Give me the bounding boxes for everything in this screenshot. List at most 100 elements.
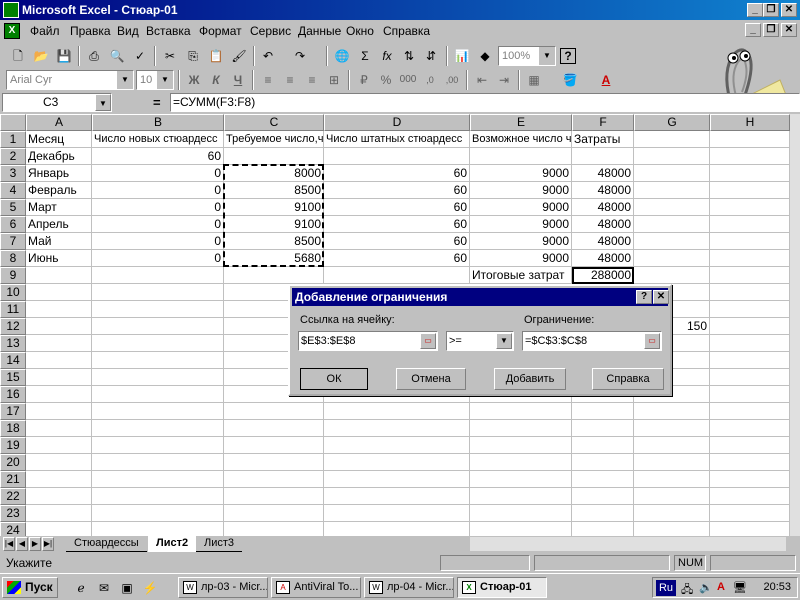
cell-e7[interactable]: 9000 bbox=[470, 233, 572, 250]
paste-icon[interactable]: 📋 bbox=[206, 46, 226, 66]
tray-monitor-icon[interactable]: 🖥 bbox=[733, 581, 747, 594]
currency-icon[interactable]: ₽ bbox=[354, 70, 374, 90]
row-header-13[interactable]: 13 bbox=[0, 335, 26, 352]
cell-c24[interactable] bbox=[224, 522, 324, 536]
spelling-icon[interactable]: ✓ bbox=[130, 46, 150, 66]
chevron-down-icon[interactable]: ▼ bbox=[539, 47, 555, 65]
cell-e21[interactable] bbox=[470, 471, 572, 488]
next-sheet-icon[interactable]: ▶ bbox=[29, 537, 41, 551]
cell-c6[interactable]: 9100 bbox=[224, 216, 324, 233]
cell-b8[interactable]: 0 bbox=[92, 250, 224, 267]
sort-descending-icon[interactable]: ⇵ bbox=[421, 46, 441, 66]
cell-a5[interactable]: Март bbox=[26, 199, 92, 216]
cell-b7[interactable]: 0 bbox=[92, 233, 224, 250]
cell-e24[interactable] bbox=[470, 522, 572, 536]
cell-d24[interactable] bbox=[324, 522, 470, 536]
cell-g8[interactable] bbox=[634, 250, 710, 267]
drawing-icon[interactable]: ◆ bbox=[475, 46, 495, 66]
cell-b2[interactable]: 60 bbox=[92, 148, 224, 165]
cell-d5[interactable]: 60 bbox=[324, 199, 470, 216]
cell-d9[interactable] bbox=[324, 267, 470, 284]
cell-f7[interactable]: 48000 bbox=[572, 233, 634, 250]
sort-ascending-icon[interactable]: ⇅ bbox=[399, 46, 419, 66]
close-button[interactable]: ✕ bbox=[781, 3, 797, 17]
cell-f2[interactable] bbox=[572, 148, 634, 165]
hyperlink-icon[interactable]: 🌐 bbox=[332, 46, 352, 66]
cell-c7[interactable]: 8500 bbox=[224, 233, 324, 250]
row-header-24[interactable]: 24 bbox=[0, 522, 26, 536]
channels-icon[interactable]: ⚡ bbox=[141, 579, 159, 597]
cell-h23[interactable] bbox=[710, 505, 790, 522]
cell-a16[interactable] bbox=[26, 386, 92, 403]
cell-h24[interactable] bbox=[710, 522, 790, 536]
vertical-scrollbar[interactable] bbox=[790, 114, 800, 536]
cell-h4[interactable] bbox=[710, 182, 790, 199]
cell-b17[interactable] bbox=[92, 403, 224, 420]
align-center-icon[interactable]: ≡ bbox=[280, 70, 300, 90]
cell-d23[interactable] bbox=[324, 505, 470, 522]
cell-f24[interactable] bbox=[572, 522, 634, 536]
cell-a18[interactable] bbox=[26, 420, 92, 437]
excel-app-icon[interactable] bbox=[3, 2, 19, 18]
cell-h12[interactable] bbox=[710, 318, 790, 335]
cell-b14[interactable] bbox=[92, 352, 224, 369]
cell-d1[interactable]: Число штатных стюардесс bbox=[324, 131, 470, 148]
cell-f4[interactable]: 48000 bbox=[572, 182, 634, 199]
cell-h1[interactable] bbox=[710, 131, 790, 148]
print-icon[interactable]: ⎙ bbox=[84, 46, 104, 66]
cell-d4[interactable]: 60 bbox=[324, 182, 470, 199]
cell-e2[interactable] bbox=[470, 148, 572, 165]
cell-h22[interactable] bbox=[710, 488, 790, 505]
ok-button[interactable]: ОК bbox=[300, 368, 368, 390]
undo-icon[interactable]: ↶ bbox=[258, 46, 278, 66]
cell-b15[interactable] bbox=[92, 369, 224, 386]
cell-b6[interactable]: 0 bbox=[92, 216, 224, 233]
autosum-icon[interactable]: Σ bbox=[355, 46, 375, 66]
task-lr03[interactable]: W лр-03 - Micr... bbox=[178, 577, 268, 598]
doc-minimize-button[interactable]: _ bbox=[745, 23, 761, 37]
cell-e19[interactable] bbox=[470, 437, 572, 454]
formula-input[interactable]: =СУММ(F3:F8) bbox=[170, 93, 800, 112]
row-header-4[interactable]: 4 bbox=[0, 182, 26, 199]
cell-d2[interactable] bbox=[324, 148, 470, 165]
collapse-dialog-icon[interactable]: ▭ bbox=[420, 333, 436, 349]
maximize-button[interactable]: ❐ bbox=[763, 3, 779, 17]
copy-icon[interactable]: ⎘ bbox=[183, 46, 203, 66]
cut-icon[interactable]: ✂ bbox=[160, 46, 180, 66]
cell-a6[interactable]: Апрель bbox=[26, 216, 92, 233]
cell-b9[interactable] bbox=[92, 267, 224, 284]
cell-g19[interactable] bbox=[634, 437, 710, 454]
cell-h8[interactable] bbox=[710, 250, 790, 267]
cell-c17[interactable] bbox=[224, 403, 324, 420]
cell-g21[interactable] bbox=[634, 471, 710, 488]
cell-c3[interactable]: 8000 bbox=[224, 165, 324, 182]
cell-b18[interactable] bbox=[92, 420, 224, 437]
doc-restore-button[interactable]: ❐ bbox=[763, 23, 779, 37]
add-button[interactable]: Добавить bbox=[494, 368, 566, 390]
cell-g20[interactable] bbox=[634, 454, 710, 471]
menu-edit[interactable]: Правка bbox=[70, 24, 111, 38]
cell-e20[interactable] bbox=[470, 454, 572, 471]
cell-g4[interactable] bbox=[634, 182, 710, 199]
row-header-22[interactable]: 22 bbox=[0, 488, 26, 505]
row-header-12[interactable]: 12 bbox=[0, 318, 26, 335]
cell-b24[interactable] bbox=[92, 522, 224, 536]
cell-a12[interactable] bbox=[26, 318, 92, 335]
cell-f20[interactable] bbox=[572, 454, 634, 471]
sheet-tab-list3[interactable]: Лист3 bbox=[196, 536, 243, 552]
cell-g9[interactable] bbox=[634, 267, 710, 284]
borders-icon[interactable]: ▦ bbox=[524, 70, 544, 90]
cell-e5[interactable]: 9000 bbox=[470, 199, 572, 216]
tray-volume-icon[interactable]: 🔊 bbox=[699, 581, 713, 594]
cell-g18[interactable] bbox=[634, 420, 710, 437]
cell-e23[interactable] bbox=[470, 505, 572, 522]
cell-a3[interactable]: Январь bbox=[26, 165, 92, 182]
tray-network-icon[interactable]: 🖧 bbox=[681, 581, 693, 600]
italic-button[interactable]: К bbox=[206, 70, 226, 90]
cell-b13[interactable] bbox=[92, 335, 224, 352]
cell-g23[interactable] bbox=[634, 505, 710, 522]
increase-decimal-icon[interactable]: ,0 bbox=[420, 70, 440, 90]
cell-h5[interactable] bbox=[710, 199, 790, 216]
help-button[interactable]: Справка bbox=[592, 368, 664, 390]
cell-f17[interactable] bbox=[572, 403, 634, 420]
